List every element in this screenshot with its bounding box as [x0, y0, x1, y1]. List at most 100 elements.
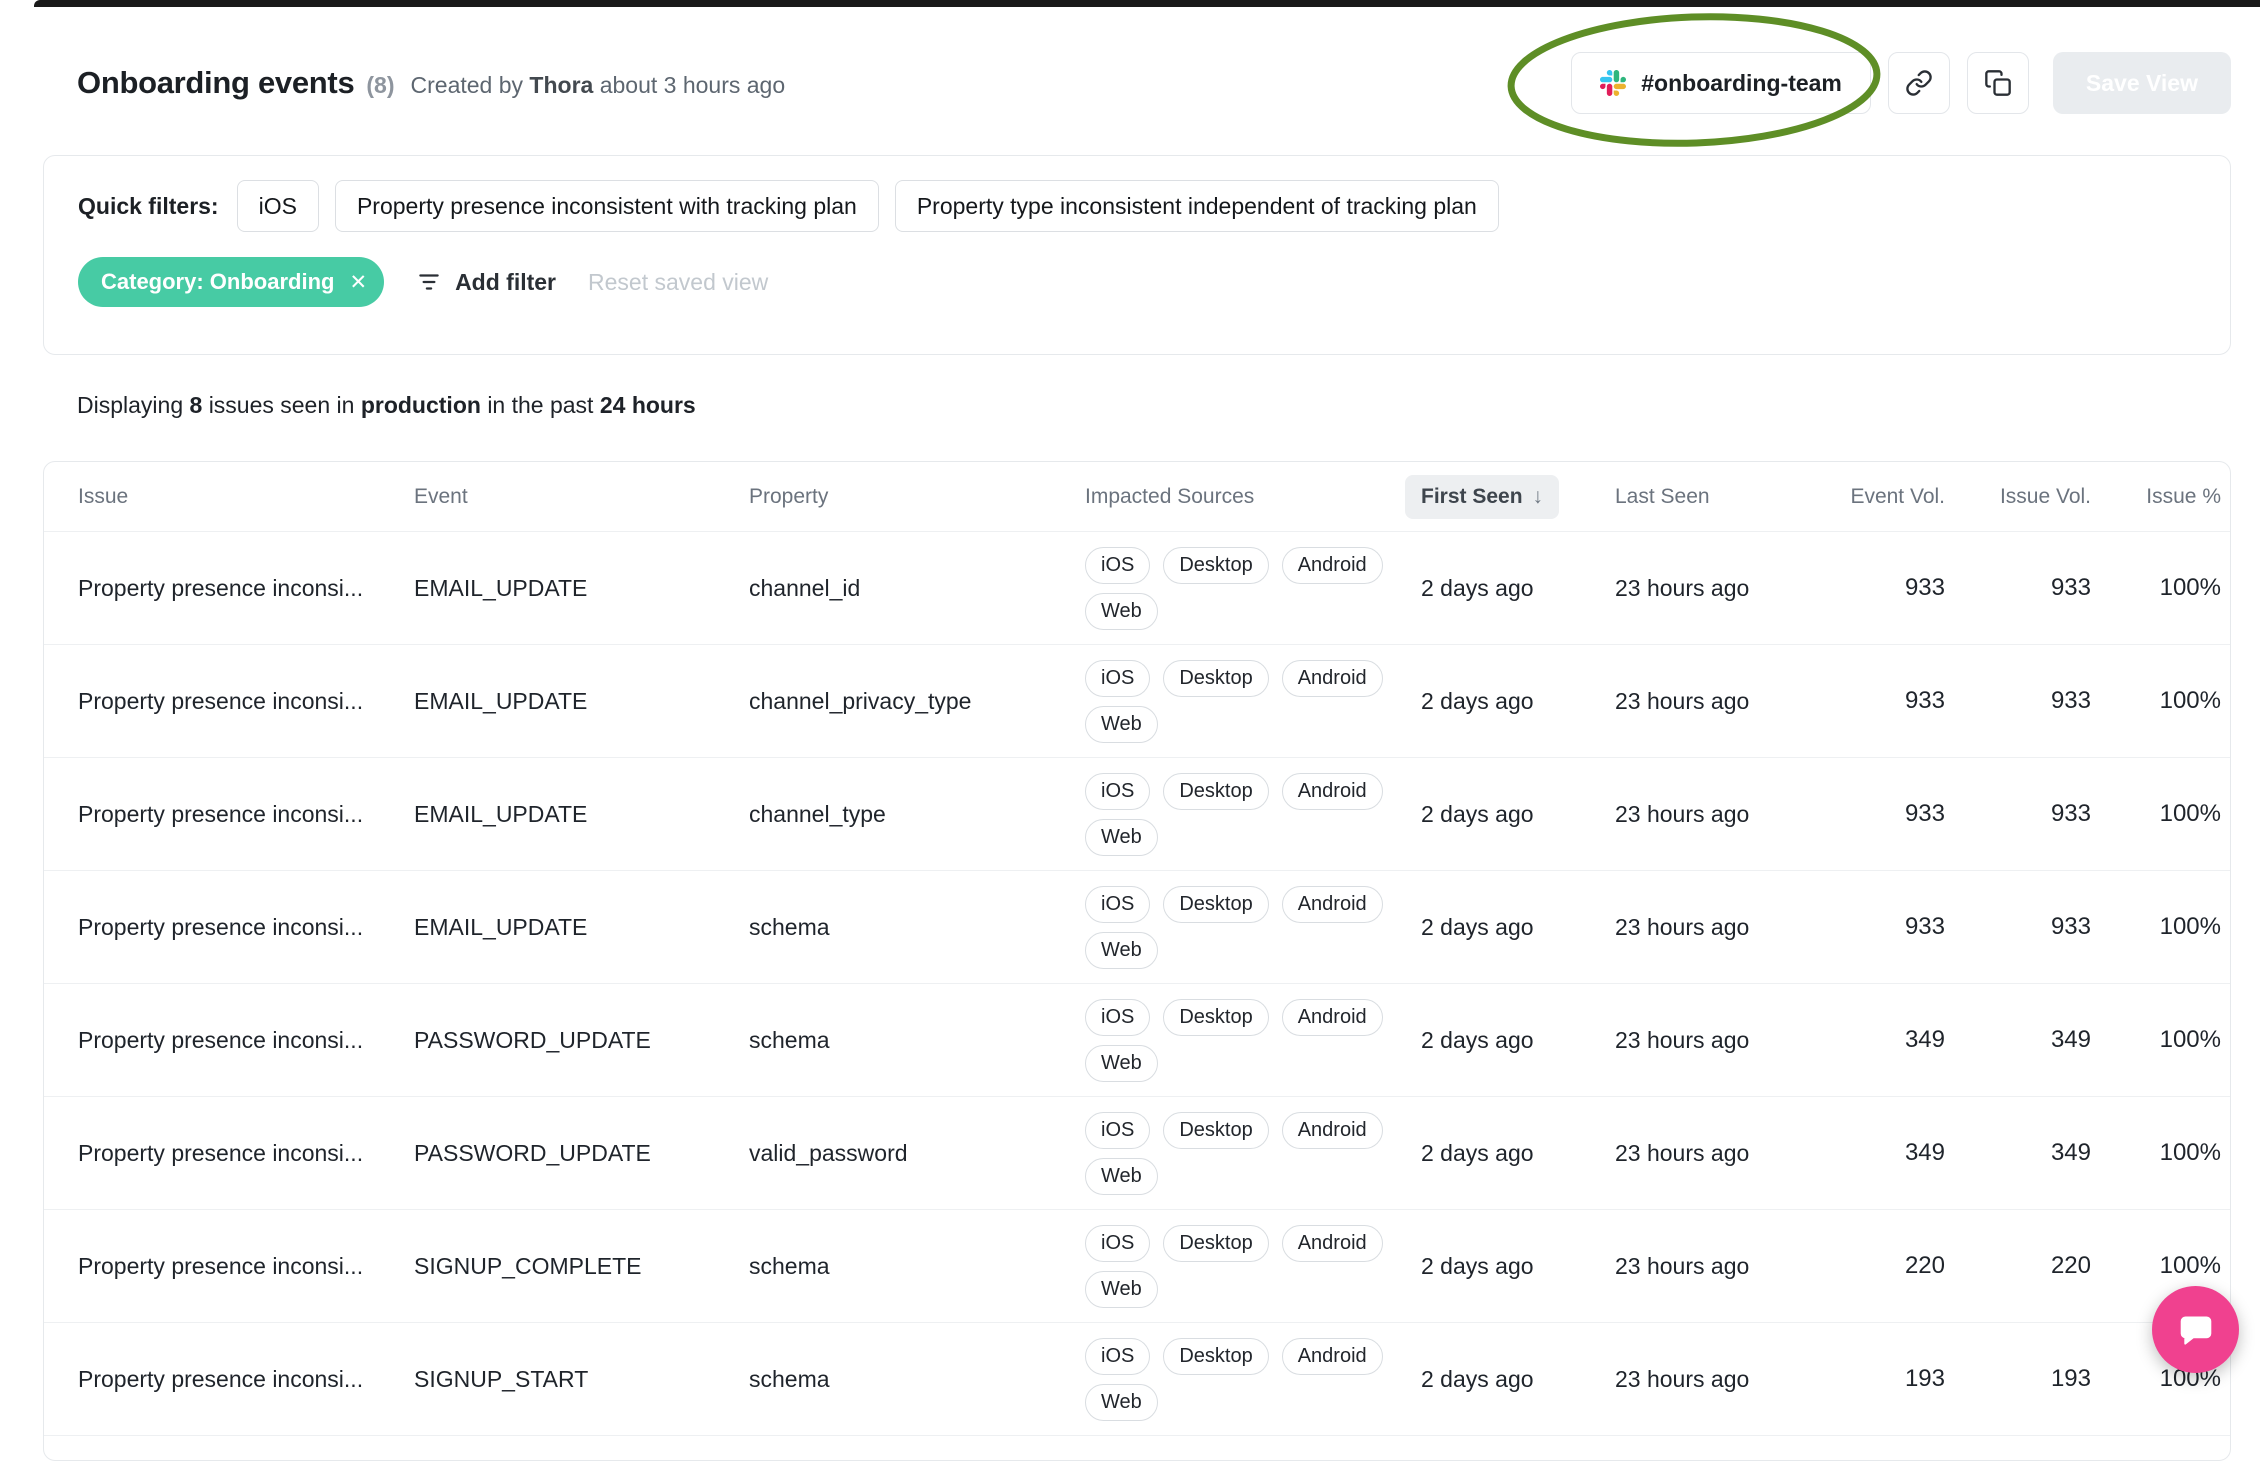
source-badge: Desktop [1163, 546, 1269, 584]
last-seen-cell: 23 hours ago [1615, 913, 1750, 940]
column-header-impacted-sources[interactable]: Impacted Sources [1085, 485, 1421, 509]
sources-cell: iOS Desktop Android Web [1085, 659, 1421, 743]
source-badge: iOS [1085, 546, 1151, 584]
issue-vol-cell: 349 [2050, 1026, 2091, 1053]
first-seen-label: First Seen [1421, 484, 1523, 508]
source-badge: Web [1085, 931, 1158, 969]
issue-vol-cell: 933 [2050, 574, 2091, 601]
source-badge: Web [1085, 1270, 1158, 1308]
first-seen-cell: 2 days ago [1421, 1365, 1534, 1392]
property-cell: schema [749, 1026, 830, 1053]
column-header-event-vol[interactable]: Event Vol. [1815, 485, 1945, 509]
table-row[interactable]: Property presence inconsi... PASSWORD_UPD… [44, 984, 2230, 1097]
first-seen-cell: 2 days ago [1421, 1026, 1534, 1053]
sort-descending-icon: ↓ [1532, 484, 1544, 508]
add-filter-button[interactable]: Add filter [416, 269, 556, 296]
quick-filter-property-presence[interactable]: Property presence inconsistent with trac… [334, 180, 879, 232]
sources-cell: iOS Desktop Android Web [1085, 1224, 1421, 1308]
issue-pct-cell: 100% [2159, 574, 2221, 601]
issue-cell: Property presence inconsi... [78, 913, 364, 940]
issues-table: Issue Event Property Impacted Sources Fi… [43, 461, 2231, 1461]
duplicate-view-button[interactable] [1966, 52, 2029, 114]
event-cell: SIGNUP_COMPLETE [414, 1252, 642, 1279]
issue-vol-cell: 933 [2050, 800, 2091, 827]
first-seen-cell: 2 days ago [1421, 687, 1534, 714]
quick-filters-row: Quick filters: iOS Property presence inc… [78, 180, 2196, 232]
title-group: Onboarding events (8) Created by Thora a… [77, 65, 785, 101]
column-header-last-seen[interactable]: Last Seen [1615, 485, 1815, 509]
source-badge: Desktop [1163, 1337, 1269, 1375]
source-badge: Web [1085, 1383, 1158, 1421]
table-row[interactable]: Property presence inconsi... EMAIL_UPDATE… [44, 645, 2230, 758]
table-row[interactable]: Property presence inconsi... SIGNUP_COMPL… [44, 1210, 2230, 1323]
source-badge: Android [1281, 998, 1383, 1036]
sources-cell: iOS Desktop Android Web [1085, 1111, 1421, 1195]
table-row[interactable]: Property presence inconsi... PASSWORD_UPD… [44, 1097, 2230, 1210]
event-vol-cell: 220 [1904, 1252, 1945, 1279]
created-by-suffix: about 3 hours ago [599, 72, 786, 98]
source-badge: iOS [1085, 1337, 1151, 1375]
table-row[interactable]: Property presence inconsi... SIGNUP_START… [44, 1323, 2230, 1436]
table-row[interactable]: Property presence inconsi... EMAIL_UPDATE… [44, 758, 2230, 871]
source-badge: Android [1281, 659, 1383, 697]
source-badge: Desktop [1163, 998, 1269, 1036]
copy-link-button[interactable] [1887, 52, 1950, 114]
sort-first-seen-button[interactable]: First Seen ↓ [1405, 474, 1560, 519]
last-seen-cell: 23 hours ago [1615, 800, 1750, 827]
quick-filter-property-type[interactable]: Property type inconsistent independent o… [894, 180, 1499, 232]
first-seen-cell: 2 days ago [1421, 800, 1534, 827]
copy-icon [1984, 69, 2012, 97]
remove-filter-icon[interactable]: ✕ [349, 272, 367, 293]
slack-icon [1600, 70, 1627, 96]
column-header-issue-pct[interactable]: Issue % [2091, 485, 2221, 509]
summary-text: issues seen in [208, 392, 355, 418]
issue-cell: Property presence inconsi... [78, 574, 364, 601]
source-badge: Web [1085, 705, 1158, 743]
issue-cell: Property presence inconsi... [78, 1252, 364, 1279]
sources-cell: iOS Desktop Android Web [1085, 772, 1421, 856]
sources-cell: iOS Desktop Android Web [1085, 885, 1421, 969]
created-by-prefix: Created by [410, 72, 524, 98]
table-row[interactable]: Property presence inconsi... EMAIL_UPDATE… [44, 871, 2230, 984]
column-header-event[interactable]: Event [414, 485, 749, 509]
first-seen-cell: 2 days ago [1421, 913, 1534, 940]
category-filter-chip[interactable]: Category: Onboarding ✕ [78, 257, 385, 307]
column-header-issue-vol[interactable]: Issue Vol. [1945, 485, 2091, 509]
source-badge: iOS [1085, 659, 1151, 697]
event-cell: PASSWORD_UPDATE [414, 1139, 651, 1166]
active-filters-row: Category: Onboarding ✕ Add filter Reset … [78, 257, 2196, 307]
first-seen-cell: 2 days ago [1421, 1139, 1534, 1166]
source-badge: iOS [1085, 1111, 1151, 1149]
slack-channel-button[interactable]: #onboarding-team [1571, 52, 1871, 114]
event-cell: SIGNUP_START [414, 1365, 589, 1392]
event-vol-cell: 193 [1904, 1365, 1945, 1392]
header-actions: #onboarding-team Save View [1571, 52, 2231, 114]
issue-pct-cell: 100% [2159, 1252, 2221, 1279]
last-seen-cell: 23 hours ago [1615, 1139, 1750, 1166]
issue-cell: Property presence inconsi... [78, 1026, 364, 1053]
issue-pct-cell: 100% [2159, 1026, 2221, 1053]
event-cell: EMAIL_UPDATE [414, 687, 588, 714]
column-header-property[interactable]: Property [749, 485, 1085, 509]
chat-launcher-button[interactable] [2152, 1286, 2239, 1373]
property-cell: schema [749, 1252, 830, 1279]
add-filter-label: Add filter [455, 268, 557, 295]
issue-pct-cell: 100% [2159, 687, 2221, 714]
source-badge: Android [1281, 1337, 1383, 1375]
save-view-button[interactable]: Save View [2052, 52, 2231, 114]
quick-filter-ios[interactable]: iOS [236, 180, 319, 232]
table-row[interactable]: Property presence inconsi... EMAIL_UPDATE… [44, 532, 2230, 645]
event-vol-cell: 349 [1904, 1026, 1945, 1053]
reset-saved-view-button[interactable]: Reset saved view [588, 269, 768, 296]
issue-count: (8) [366, 72, 395, 98]
column-header-issue[interactable]: Issue [78, 485, 414, 509]
source-badge: Web [1085, 1044, 1158, 1082]
event-cell: EMAIL_UPDATE [414, 574, 588, 601]
issue-vol-cell: 220 [2050, 1252, 2091, 1279]
source-badge: Web [1085, 818, 1158, 856]
source-badge: Android [1281, 1111, 1383, 1149]
source-badge: Android [1281, 885, 1383, 923]
summary-text: in the past [487, 392, 594, 418]
column-header-first-seen: First Seen ↓ [1405, 474, 1615, 519]
issue-cell: Property presence inconsi... [78, 800, 364, 827]
